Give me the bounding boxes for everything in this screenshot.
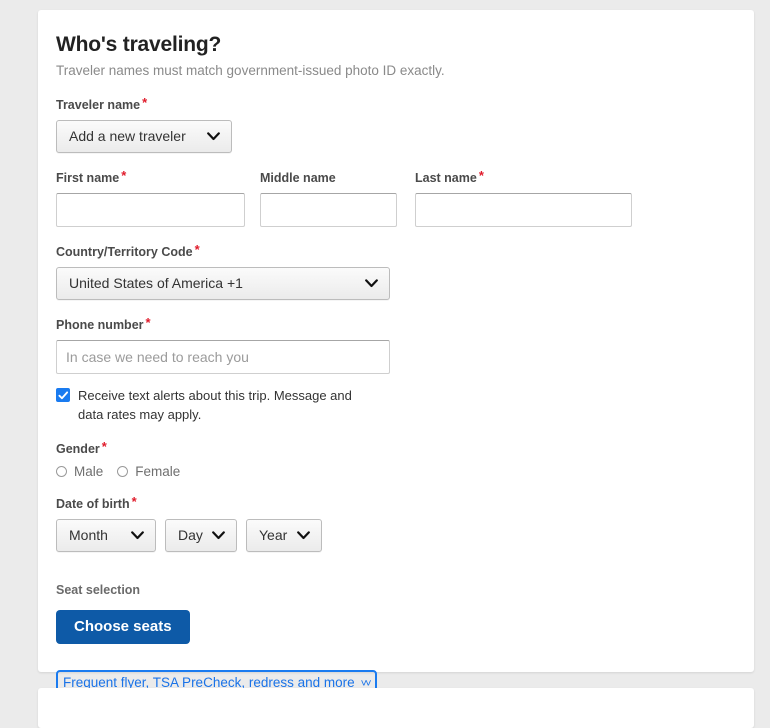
date-of-birth-label: Date of birth* [56,496,728,512]
required-asterisk: * [132,494,137,509]
middle-name-label: Middle name [260,170,397,186]
traveler-name-selected-value: Add a new traveler [69,128,186,144]
country-code-field: Country/Territory Code* United States of… [56,244,728,300]
traveler-form-body: Who's traveling? Traveler names must mat… [38,10,754,697]
required-asterisk: * [479,168,484,183]
text-alerts-checkbox[interactable] [56,388,70,402]
radio-icon [56,466,67,477]
birth-day-select[interactable]: Day [165,519,237,552]
traveler-name-select[interactable]: Add a new traveler [56,120,232,153]
next-section-card [38,688,754,728]
country-code-label: Country/Territory Code* [56,244,728,260]
gender-option-female[interactable]: Female [117,464,180,479]
birth-year-value: Year [259,527,287,543]
traveler-name-label: Traveler name* [56,97,728,113]
required-asterisk: * [146,315,151,330]
choose-seats-button[interactable]: Choose seats [56,610,190,644]
date-of-birth-field: Date of birth* Month Day Year [56,496,728,552]
seat-selection-label: Seat selection [56,582,728,598]
middle-name-field: Middle name [260,170,397,227]
first-name-label: First name* [56,170,245,186]
last-name-label: Last name* [415,170,632,186]
gender-label: Gender* [56,441,728,457]
required-asterisk: * [102,439,107,454]
phone-number-label: Phone number* [56,317,728,333]
chevron-down-icon [131,520,144,551]
gender-option-female-label: Female [135,464,180,479]
gender-option-male[interactable]: Male [56,464,103,479]
traveler-form-card: Who's traveling? Traveler names must mat… [38,10,754,672]
text-alerts-row[interactable]: Receive text alerts about this trip. Mes… [56,386,728,424]
required-asterisk: * [121,168,126,183]
date-of-birth-selects: Month Day Year [56,519,728,552]
required-asterisk: * [142,95,147,110]
traveler-name-field: Traveler name* Add a new traveler [56,97,728,153]
phone-number-field: Phone number* [56,317,728,374]
name-fields-row: First name* Middle name Last name* [56,170,728,227]
chevron-down-icon [365,268,378,299]
gender-label-text: Gender [56,442,100,456]
phone-number-label-text: Phone number [56,318,144,332]
seat-selection-section: Seat selection Choose seats [56,582,728,644]
first-name-field: First name* [56,170,245,227]
country-code-select[interactable]: United States of America +1 [56,267,390,300]
required-asterisk: * [195,242,200,257]
chevron-down-icon [207,121,220,152]
first-name-label-text: First name [56,171,119,185]
form-subtitle: Traveler names must match government-iss… [56,62,728,80]
chevron-down-icon [212,520,225,551]
text-alerts-label: Receive text alerts about this trip. Mes… [78,386,378,424]
first-name-input[interactable] [56,193,245,227]
country-code-label-text: Country/Territory Code [56,245,193,259]
phone-number-input[interactable] [56,340,390,374]
chevron-down-icon [297,520,310,551]
page-root: Who's traveling? Traveler names must mat… [0,0,770,693]
traveler-name-label-text: Traveler name [56,98,140,112]
middle-name-input[interactable] [260,193,397,227]
birth-month-value: Month [69,527,108,543]
last-name-label-text: Last name [415,171,477,185]
gender-field: Gender* Male Female [56,441,728,479]
birth-year-select[interactable]: Year [246,519,322,552]
gender-radio-group: Male Female [56,464,728,479]
radio-icon [117,466,128,477]
page-title: Who's traveling? [56,32,728,58]
birth-month-select[interactable]: Month [56,519,156,552]
date-of-birth-label-text: Date of birth [56,497,130,511]
middle-name-label-text: Middle name [260,171,336,185]
checkmark-icon [58,390,69,401]
last-name-field: Last name* [415,170,632,227]
birth-day-value: Day [178,527,203,543]
gender-option-male-label: Male [74,464,103,479]
country-code-selected-value: United States of America +1 [69,275,243,291]
last-name-input[interactable] [415,193,632,227]
